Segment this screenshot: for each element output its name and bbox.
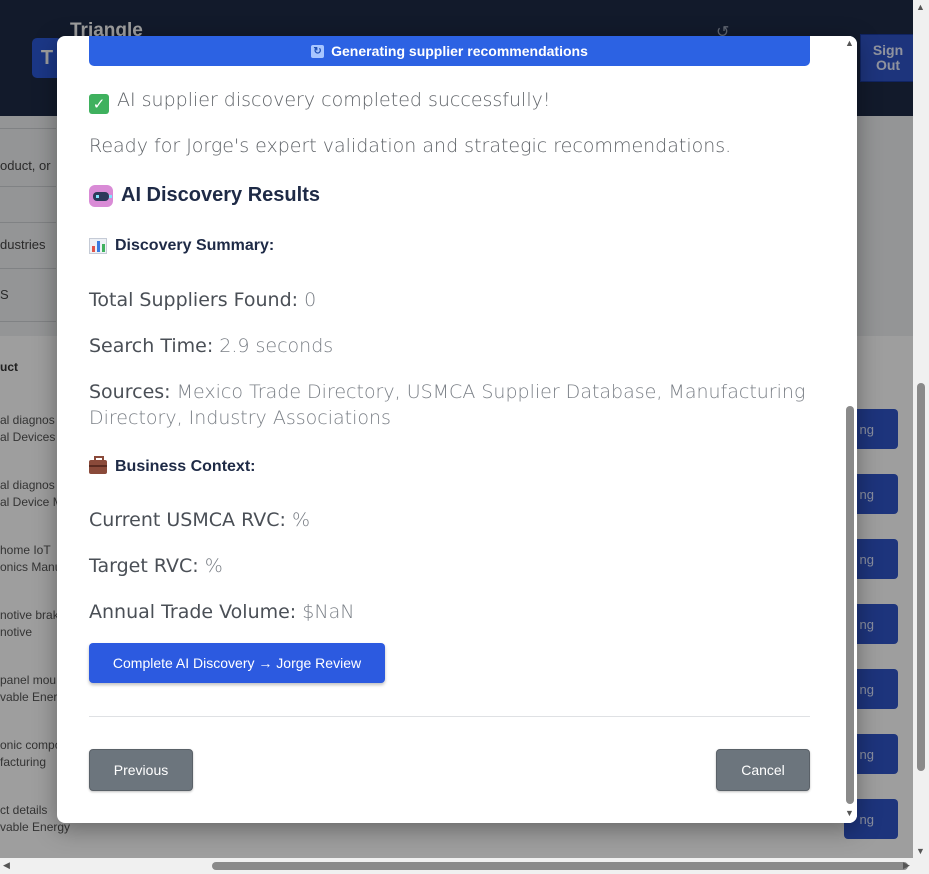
- scrollbar-thumb[interactable]: [212, 862, 908, 870]
- field-value: $NaN: [302, 601, 355, 623]
- field-label: Sources:: [89, 381, 171, 403]
- modal-scrollbar[interactable]: ▲ ▼: [843, 36, 857, 823]
- progress-banner: ↻ Generating supplier recommendations: [89, 36, 810, 66]
- page-vertical-scrollbar[interactable]: ▲ ▼: [913, 0, 929, 858]
- success-text: AI supplier discovery completed successf…: [117, 89, 551, 111]
- modal-body: ↻ Generating supplier recommendations ✓ A…: [57, 36, 843, 823]
- current-rvc-field: Current USMCA RVC: %: [89, 507, 819, 533]
- page-horizontal-scrollbar[interactable]: ◀ ▶: [0, 858, 929, 874]
- summary-title: Discovery Summary:: [115, 237, 275, 254]
- cancel-button[interactable]: Cancel: [716, 749, 810, 791]
- ai-discovery-modal: ↻ Generating supplier recommendations ✓ A…: [57, 36, 857, 823]
- field-label: Current USMCA RVC:: [89, 509, 286, 531]
- scroll-down-icon[interactable]: ▼: [916, 846, 925, 856]
- results-heading: AI Discovery Results: [89, 184, 320, 207]
- robot-icon: [89, 184, 113, 207]
- field-label: Total Suppliers Found:: [89, 289, 299, 311]
- bar-chart-icon: [89, 238, 107, 254]
- field-value: 0: [304, 289, 317, 311]
- complete-discovery-button[interactable]: Complete AI Discovery → Jorge Review: [89, 643, 385, 683]
- field-value: Mexico Trade Directory, USMCA Supplier D…: [89, 381, 806, 429]
- results-title: AI Discovery Results: [121, 184, 320, 206]
- summary-heading: Discovery Summary:: [89, 237, 274, 255]
- briefcase-icon: [89, 456, 107, 474]
- scroll-down-icon[interactable]: ▼: [845, 808, 854, 818]
- field-label: Annual Trade Volume:: [89, 601, 297, 623]
- total-suppliers-field: Total Suppliers Found: 0: [89, 287, 819, 313]
- scroll-up-icon[interactable]: ▲: [845, 38, 854, 48]
- previous-button[interactable]: Previous: [89, 749, 193, 791]
- progress-label: Generating supplier recommendations: [331, 43, 588, 59]
- scrollbar-thumb[interactable]: [846, 406, 854, 804]
- trade-volume-field: Annual Trade Volume: $NaN: [89, 599, 819, 625]
- scroll-up-icon[interactable]: ▲: [916, 2, 925, 12]
- ready-message: Ready for Jorge's expert validation and …: [89, 135, 732, 157]
- success-message: ✓ AI supplier discovery completed success…: [89, 89, 550, 114]
- context-title: Business Context:: [115, 458, 256, 475]
- check-icon: ✓: [89, 94, 109, 114]
- target-rvc-field: Target RVC: %: [89, 553, 819, 579]
- scrollbar-thumb[interactable]: [917, 383, 925, 771]
- field-value: %: [291, 509, 311, 531]
- field-value: %: [204, 555, 223, 577]
- field-value: 2.9 seconds: [219, 335, 334, 357]
- modal-divider: [89, 716, 810, 717]
- scroll-right-icon[interactable]: ▶: [903, 860, 910, 871]
- context-heading: Business Context:: [89, 456, 256, 476]
- field-label: Search Time:: [89, 335, 214, 357]
- search-time-field: Search Time: 2.9 seconds: [89, 333, 819, 359]
- field-label: Target RVC:: [89, 555, 199, 577]
- refresh-icon: ↻: [311, 44, 325, 58]
- sources-field: Sources: Mexico Trade Directory, USMCA S…: [89, 379, 819, 431]
- scroll-left-icon[interactable]: ◀: [3, 860, 10, 871]
